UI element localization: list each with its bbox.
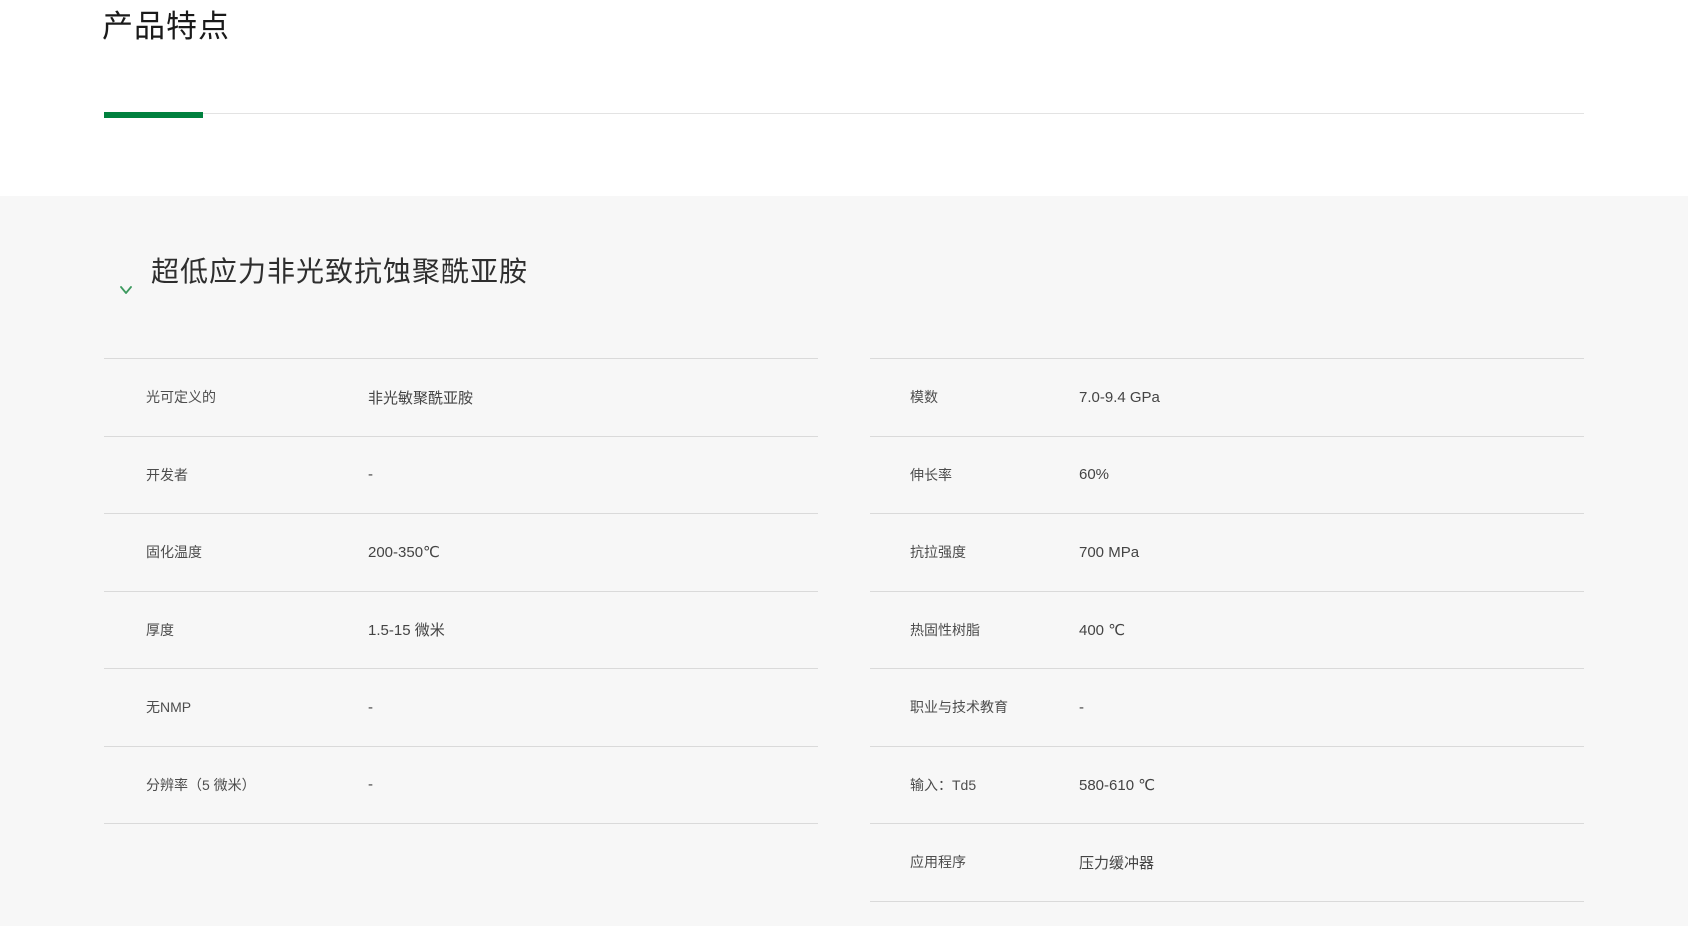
spec-label: 热固性树脂 bbox=[910, 621, 980, 638]
spec-row: 职业与技术教育 - bbox=[870, 669, 1584, 747]
spec-label: 职业与技术教育 bbox=[910, 699, 1008, 716]
title-accent-bar bbox=[104, 112, 203, 118]
spec-value: - bbox=[368, 776, 373, 794]
spec-value: 1.5-15 微米 bbox=[368, 622, 445, 640]
spec-label: 无NMP bbox=[146, 699, 192, 716]
spec-tables: 光可定义的 非光敏聚酰亚胺 开发者 - 固化温度 200-350℃ 厚度 1.5… bbox=[104, 358, 1584, 902]
spec-label: 厚度 bbox=[146, 621, 174, 638]
spec-row: 开发者 - bbox=[104, 437, 818, 514]
spec-row: 厚度 1.5-15 微米 bbox=[104, 592, 818, 669]
spec-label: 分辨率（5 微米） bbox=[146, 776, 256, 793]
spec-label: 固化温度 bbox=[146, 544, 202, 561]
spec-label: 输入：Td5 bbox=[910, 776, 977, 793]
spec-row: 抗拉强度 700 MPa bbox=[870, 514, 1584, 592]
spec-label: 开发者 bbox=[146, 466, 188, 483]
spec-value: 700 MPa bbox=[1079, 543, 1140, 561]
page-header: 产品特点 bbox=[0, 0, 1688, 196]
spec-label: 应用程序 bbox=[910, 854, 966, 871]
spec-value: 60% bbox=[1079, 466, 1110, 484]
spec-value: 7.0-9.4 GPa bbox=[1079, 388, 1160, 406]
spec-value: 400 ℃ bbox=[1079, 621, 1126, 639]
section-title: 超低应力非光致抗蚀聚酰亚胺 bbox=[151, 256, 529, 287]
spec-row: 伸长率 60% bbox=[870, 437, 1584, 514]
spec-label: 模数 bbox=[910, 389, 938, 406]
spec-value: - bbox=[368, 698, 373, 716]
spec-row: 固化温度 200-350℃ bbox=[104, 514, 818, 592]
chevron-down-icon[interactable] bbox=[118, 282, 134, 298]
spec-value: 200-350℃ bbox=[368, 544, 440, 562]
spec-value: 非光敏聚酰亚胺 bbox=[368, 389, 474, 407]
spec-label: 伸长率 bbox=[910, 466, 952, 483]
title-divider bbox=[104, 112, 1584, 118]
spec-table-left: 光可定义的 非光敏聚酰亚胺 开发者 - 固化温度 200-350℃ 厚度 1.5… bbox=[104, 358, 818, 824]
section-toggle[interactable]: 超低应力非光致抗蚀聚酰亚胺 bbox=[118, 196, 529, 294]
spec-label: 抗拉强度 bbox=[910, 544, 966, 561]
spec-value: 压力缓冲器 bbox=[1079, 854, 1155, 872]
spec-row: 模数 7.0-9.4 GPa bbox=[870, 359, 1584, 437]
spec-value: - bbox=[1079, 698, 1084, 716]
spec-row: 无NMP - bbox=[104, 669, 818, 747]
spec-row: 输入：Td5 580-610 ℃ bbox=[870, 747, 1584, 824]
spec-row: 光可定义的 非光敏聚酰亚胺 bbox=[104, 359, 818, 437]
spec-label: 光可定义的 bbox=[146, 389, 216, 406]
spec-value: - bbox=[368, 466, 373, 484]
page-title: 产品特点 bbox=[102, 9, 230, 44]
product-features-section: 超低应力非光致抗蚀聚酰亚胺 光可定义的 非光敏聚酰亚胺 开发者 - 固化温度 2… bbox=[0, 196, 1688, 926]
spec-row: 应用程序 压力缓冲器 bbox=[870, 824, 1584, 902]
product-detail-page: 产品特点 超低应力非光致抗蚀聚酰亚胺 光可定义的 非光敏聚酰亚胺 开发者 - 固… bbox=[0, 0, 1688, 926]
spec-row: 热固性树脂 400 ℃ bbox=[870, 592, 1584, 669]
spec-value: 580-610 ℃ bbox=[1079, 776, 1156, 794]
spec-row: 分辨率（5 微米） - bbox=[104, 747, 818, 824]
spec-table-right: 模数 7.0-9.4 GPa 伸长率 60% 抗拉强度 700 MPa 热固性树… bbox=[870, 358, 1584, 902]
